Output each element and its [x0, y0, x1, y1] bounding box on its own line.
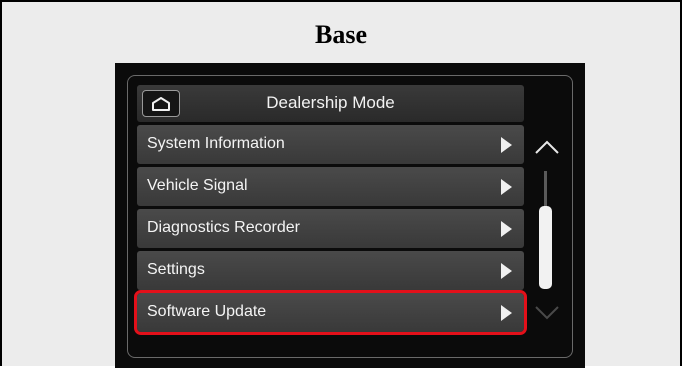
arrow-right-icon [501, 179, 512, 195]
header-bar: Dealership Mode [137, 85, 524, 122]
header-title: Dealership Mode [266, 93, 395, 112]
scrollbar-thumb[interactable] [539, 206, 552, 289]
chevron-down-icon[interactable] [533, 303, 561, 323]
menu-item-vehicle-signal[interactable]: Vehicle Signal [137, 167, 524, 206]
arrow-right-icon [501, 221, 512, 237]
arrow-right-icon [501, 137, 512, 153]
figure-frame: Base Dealership Mode System Information … [0, 0, 682, 368]
chevron-up-icon[interactable] [533, 137, 561, 157]
infotainment-screen: Dealership Mode System Information Vehic… [115, 63, 585, 368]
menu-item-label: Diagnostics Recorder [147, 219, 300, 236]
menu-item-label: Vehicle Signal [147, 177, 248, 194]
menu-item-label: Software Update [147, 303, 267, 320]
figure-title: Base [315, 20, 367, 49]
menu-item-settings[interactable]: Settings [137, 251, 524, 290]
menu-item-label: Settings [147, 261, 205, 278]
menu-item-software-update[interactable]: Software Update [134, 290, 527, 335]
menu-list: System Information Vehicle Signal Diagno… [134, 125, 527, 335]
arrow-right-icon [501, 305, 512, 321]
menu-item-system-information[interactable]: System Information [137, 125, 524, 164]
arrow-right-icon [501, 263, 512, 279]
menu-item-diagnostics-recorder[interactable]: Diagnostics Recorder [137, 209, 524, 248]
menu-item-label: System Information [147, 135, 285, 152]
